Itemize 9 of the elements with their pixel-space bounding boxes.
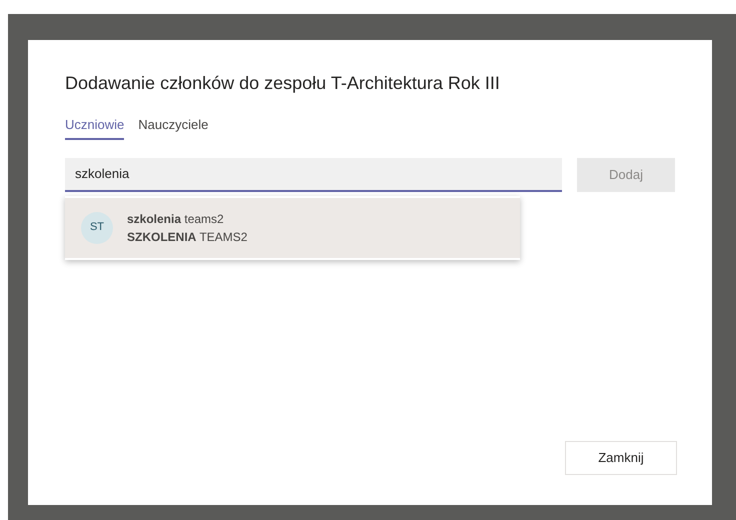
suggestion-name: szkolenia teams2: [127, 210, 225, 228]
tab[interactable]: Uczniowie: [65, 115, 124, 140]
suggestion-email: SZKOLENIA TEAMS2: [127, 228, 248, 246]
dialog-title: Dodawanie członków do zespołu T-Architektura Rok III: [65, 72, 501, 95]
search-field[interactable]: szkolenia: [65, 158, 562, 192]
tab[interactable]: Nauczyciele: [138, 115, 208, 140]
suggestion-item[interactable]: ST szkolenia teams2 SZKOLENIA TEAMS2: [65, 198, 520, 258]
avatar-initials: ST: [81, 212, 113, 244]
close-button[interactable]: Zamknij: [565, 441, 677, 475]
